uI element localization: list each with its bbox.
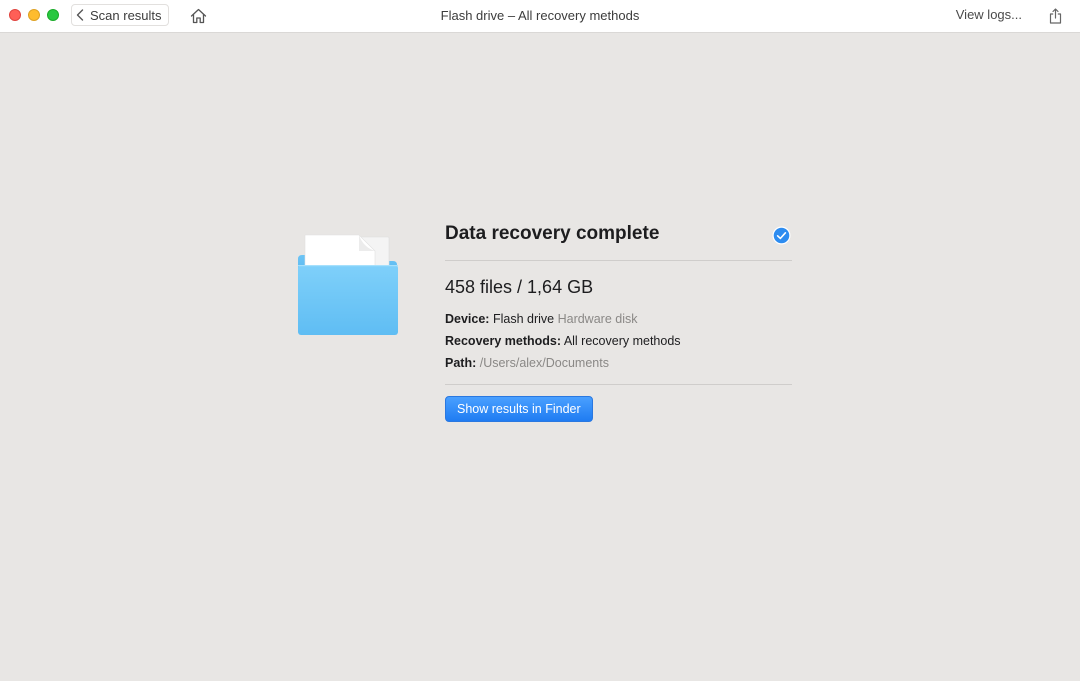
- recovery-methods-value: All recovery methods: [563, 334, 681, 348]
- device-value: Flash drive: [492, 312, 555, 326]
- title-bar: Scan results Flash drive – All recovery …: [0, 0, 1080, 33]
- header-divider: [445, 260, 792, 261]
- path-value: /Users/alex/Documents: [479, 356, 609, 370]
- path-label: Path:: [445, 356, 477, 370]
- show-results-in-finder-button[interactable]: Show results in Finder: [445, 396, 593, 422]
- window-title: Flash drive – All recovery methods: [440, 8, 640, 23]
- recovery-details: Device: Flash drive Hardware disk Recove…: [445, 308, 792, 374]
- view-logs-button[interactable]: View logs...: [956, 0, 1022, 30]
- app-window: Scan results Flash drive – All recovery …: [0, 0, 1080, 681]
- share-button[interactable]: [1047, 6, 1063, 26]
- result-header: Data recovery complete: [445, 220, 792, 260]
- device-row: Device: Flash drive Hardware disk: [445, 308, 792, 330]
- recovery-methods-row: Recovery methods: All recovery methods: [445, 330, 792, 352]
- recovery-result-panel: Data recovery complete 458 files / 1,64 …: [445, 220, 792, 422]
- recovered-files-summary: 458 files / 1,64 GB: [445, 277, 594, 297]
- folder-with-documents-icon: [298, 234, 398, 335]
- recovery-methods-label: Recovery methods:: [445, 334, 562, 348]
- checkmark-circle-icon: [772, 226, 791, 245]
- path-row: Path: /Users/alex/Documents: [445, 352, 792, 374]
- share-icon: [1049, 8, 1061, 24]
- device-label: Device:: [445, 312, 490, 326]
- device-type: Hardware disk: [557, 312, 638, 326]
- details-divider: [445, 384, 792, 385]
- result-heading: Data recovery complete: [445, 223, 660, 244]
